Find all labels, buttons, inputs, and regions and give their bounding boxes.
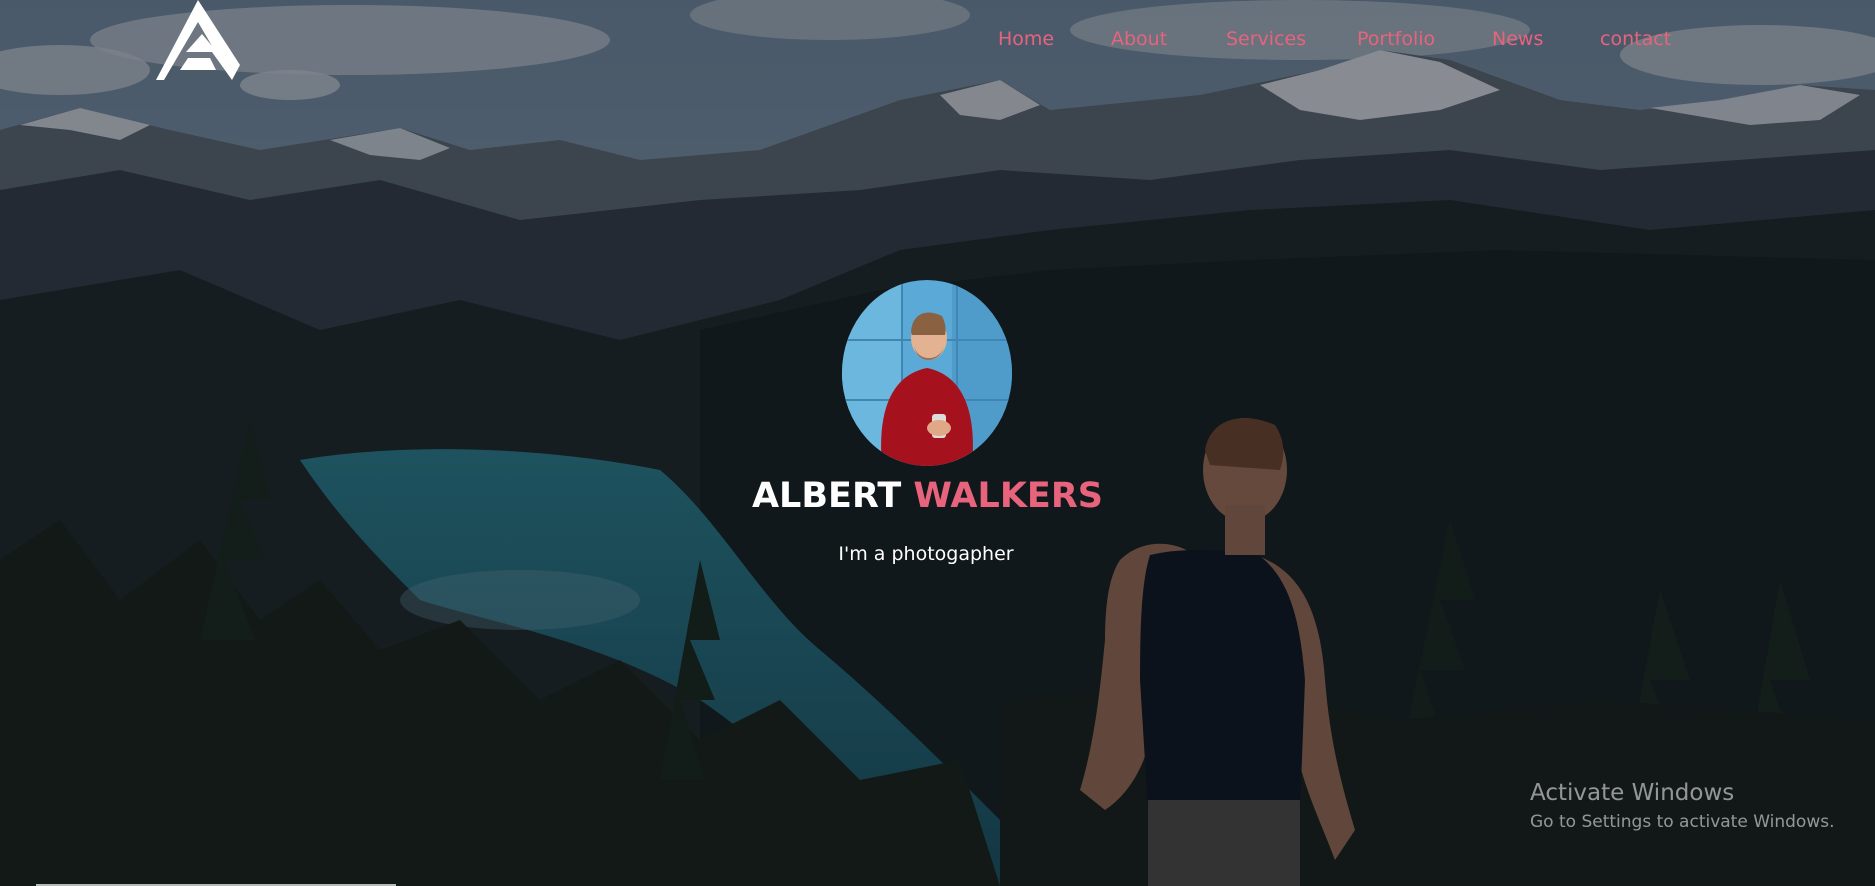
watermark-title: Activate Windows: [1530, 780, 1735, 806]
hero-name: ALBERT WALKERS: [0, 476, 1855, 516]
nav-item-home[interactable]: Home: [998, 28, 1054, 50]
nav-item-contact[interactable]: contact: [1600, 28, 1671, 50]
main-navigation: Home About Services Portfolio News conta…: [0, 28, 1875, 56]
hero-first-name: ALBERT: [751, 476, 902, 516]
nav-item-services[interactable]: Services: [1226, 28, 1306, 50]
hero-last-name: WALKERS: [913, 476, 1104, 516]
nav-item-about[interactable]: About: [1111, 28, 1167, 50]
windows-activation-watermark: Activate Windows Go to Settings to activ…: [1530, 780, 1835, 832]
hero-tagline: I'm a photogapher: [838, 543, 1014, 565]
profile-photo: [842, 280, 1012, 466]
nav-item-portfolio[interactable]: Portfolio: [1357, 28, 1435, 50]
nav-item-news[interactable]: News: [1492, 28, 1543, 50]
profile-avatar: [842, 280, 1012, 466]
watermark-subtitle: Go to Settings to activate Windows.: [1530, 812, 1835, 832]
